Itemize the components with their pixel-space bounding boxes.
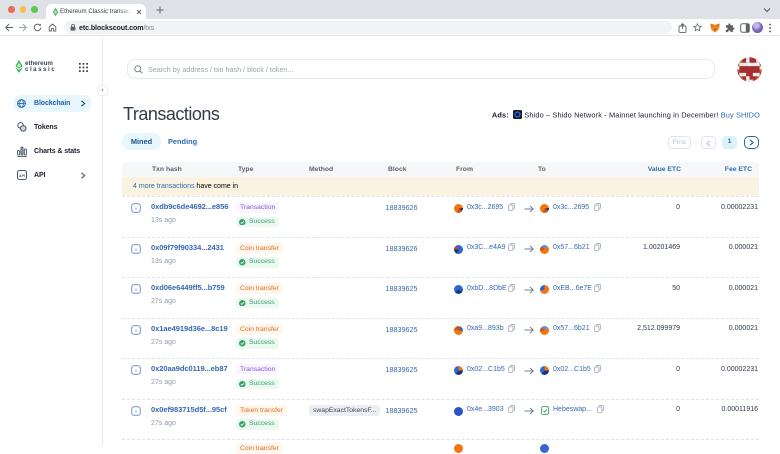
svg-text:API: API bbox=[19, 174, 25, 178]
